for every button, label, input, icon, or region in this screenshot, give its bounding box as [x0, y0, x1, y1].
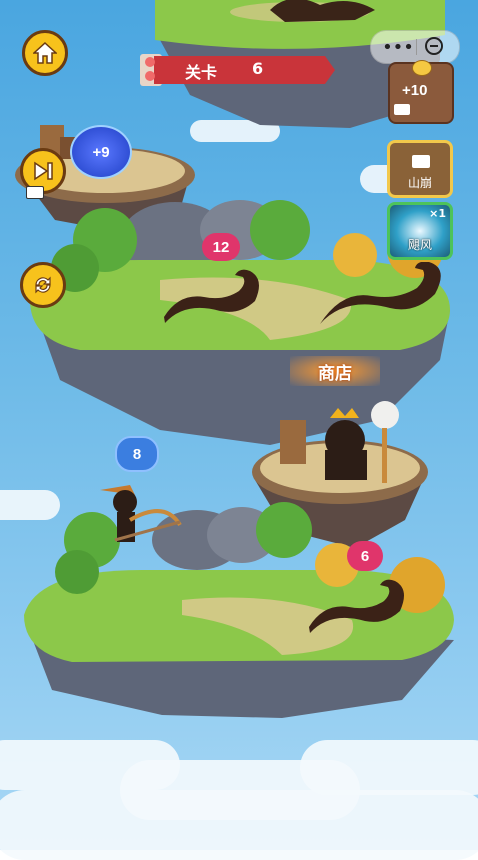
skill-name: 飓风 — [407, 238, 432, 252]
video-ad-icon — [394, 104, 410, 115]
scorpion-enemy[interactable] — [305, 575, 415, 645]
player-power-value: 8 — [132, 445, 142, 463]
close-icon[interactable] — [425, 37, 443, 55]
skill-name: 山崩 — [407, 176, 432, 190]
banner-ribbon — [140, 54, 335, 86]
level-banner: 关卡 6 — [140, 52, 335, 88]
scorpion-enemy[interactable] — [160, 265, 270, 335]
video-ad-icon — [26, 186, 44, 199]
level-number: 6 — [252, 59, 264, 78]
home-button[interactable] — [22, 30, 68, 76]
reward-chest-button[interactable]: +10 — [388, 60, 454, 124]
skip-icon — [34, 161, 53, 181]
refresh-button[interactable] — [20, 262, 66, 308]
shop-label[interactable]: 商店 — [290, 356, 380, 386]
scorpion-enemy[interactable] — [315, 262, 455, 337]
capsule-divider — [416, 39, 417, 55]
more-dots-icon[interactable]: ••• — [381, 31, 415, 63]
skill-hurricane-button[interactable]: ×1 飓风 — [387, 202, 453, 260]
skill-landslide-button[interactable]: 山崩 — [387, 140, 453, 198]
home-icon — [33, 42, 57, 64]
enemy-power-badge: 12 — [202, 233, 240, 261]
mini-program-capsule: ••• — [370, 30, 460, 64]
enemy-power-badge: 6 — [347, 541, 383, 571]
orb-bonus-value: +9 — [92, 143, 110, 161]
power-orb[interactable]: +9 — [70, 125, 132, 179]
video-ad-icon — [412, 155, 430, 168]
enemy-power-value: 12 — [212, 238, 230, 256]
archer-player[interactable] — [95, 480, 195, 560]
skill-count: ×1 — [429, 207, 446, 220]
shop-label-text: 商店 — [318, 363, 352, 384]
coin-icon — [412, 60, 432, 76]
cloud — [300, 740, 478, 795]
player-power-badge: 8 — [115, 436, 159, 472]
reward-amount: +10 — [402, 82, 428, 99]
level-label: 关卡 — [185, 63, 218, 82]
refresh-icon — [35, 276, 51, 294]
enemy-power-value: 6 — [360, 547, 370, 565]
